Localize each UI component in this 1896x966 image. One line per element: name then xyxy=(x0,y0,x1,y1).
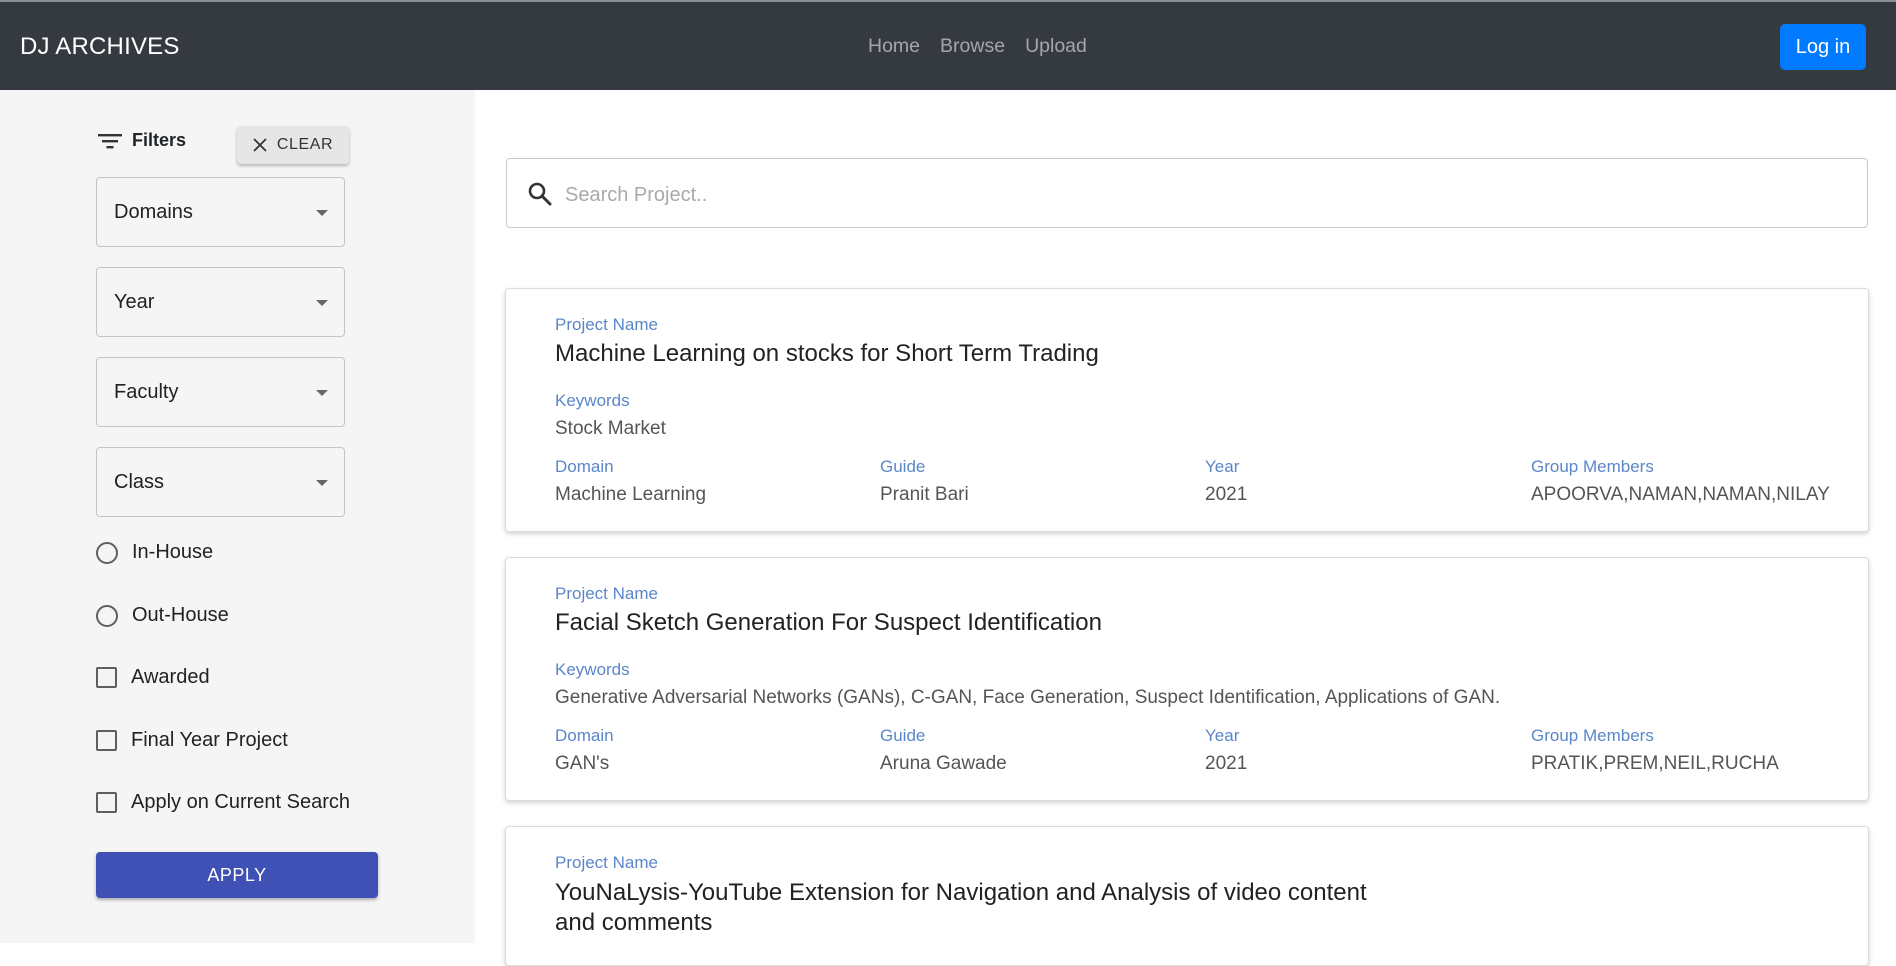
project-title[interactable]: Machine Learning on stocks for Short Ter… xyxy=(555,339,1099,369)
project-name-label: Project Name xyxy=(555,584,658,603)
year-value: 2021 xyxy=(1205,484,1248,505)
keywords-value: Stock Market xyxy=(555,418,666,439)
dropdown-arrow-icon xyxy=(316,210,328,216)
year-label: Year xyxy=(1205,457,1240,476)
project-title[interactable]: Facial Sketch Generation For Suspect Ide… xyxy=(555,608,1102,638)
project-card[interactable]: Project Name Machine Learning on stocks … xyxy=(505,288,1869,532)
keywords-value: Generative Adversarial Networks (GANs), … xyxy=(555,687,1501,708)
dropdown-arrow-icon xyxy=(316,300,328,306)
year-label: Year xyxy=(1205,726,1240,745)
radio-circle-icon[interactable] xyxy=(96,604,118,627)
search-bar xyxy=(506,158,1868,228)
final-year-checkbox[interactable]: Final Year Project xyxy=(96,729,288,752)
project-name-label: Project Name xyxy=(555,315,658,334)
apply-current-search-label: Apply on Current Search xyxy=(131,791,351,813)
group-members-label: Group Members xyxy=(1531,457,1654,476)
year-select-label: Year xyxy=(114,290,155,313)
clear-label: CLEAR xyxy=(276,136,334,153)
group-members-label: Group Members xyxy=(1531,726,1654,745)
out-house-label: Out-House xyxy=(132,604,229,626)
class-select[interactable]: Class xyxy=(96,447,345,517)
checkbox-icon[interactable] xyxy=(96,730,117,751)
nav-upload-link[interactable]: Upload xyxy=(1025,35,1087,58)
guide-label: Guide xyxy=(880,726,926,745)
login-button[interactable]: Log in xyxy=(1780,24,1866,70)
apply-current-search-checkbox[interactable]: Apply on Current Search xyxy=(96,791,350,814)
class-select-label: Class xyxy=(114,470,165,493)
project-title-line: YouNaLysis-YouTube Extension for Navigat… xyxy=(555,879,1367,906)
close-icon xyxy=(253,138,267,152)
guide-value: Aruna Gawade xyxy=(880,753,1007,774)
in-house-radio[interactable]: In-House xyxy=(96,541,213,564)
year-value: 2021 xyxy=(1205,753,1248,774)
top-navbar: DJ ARCHIVES Home Browse Upload Log in xyxy=(0,0,1896,90)
filter-list-icon xyxy=(98,133,122,148)
keywords-label: Keywords xyxy=(555,660,630,679)
checkbox-icon[interactable] xyxy=(96,667,117,688)
search-icon xyxy=(528,182,552,206)
faculty-select[interactable]: Faculty xyxy=(96,357,345,427)
clear-filters-button[interactable]: CLEAR xyxy=(237,126,349,164)
project-card[interactable]: Project Name YouNaLysis-YouTube Extensio… xyxy=(505,826,1869,966)
out-house-radio[interactable]: Out-House xyxy=(96,604,229,627)
nav-home-link[interactable]: Home xyxy=(868,35,920,58)
checkbox-icon[interactable] xyxy=(96,792,117,813)
filter-sidebar: Filters CLEAR Domains Year Faculty Class… xyxy=(0,90,475,943)
group-members-value: PRATIK,PREM,NEIL,RUCHA xyxy=(1531,753,1779,774)
dropdown-arrow-icon xyxy=(316,390,328,396)
search-input[interactable] xyxy=(563,177,1847,213)
awarded-label: Awarded xyxy=(131,666,210,688)
project-title[interactable]: YouNaLysis-YouTube Extension for Navigat… xyxy=(555,878,1367,938)
faculty-select-label: Faculty xyxy=(114,380,179,403)
apply-button[interactable]: APPLY xyxy=(96,852,378,898)
radio-circle-icon[interactable] xyxy=(96,541,118,564)
filters-label: Filters xyxy=(132,130,187,150)
domain-label: Domain xyxy=(555,726,614,745)
dropdown-arrow-icon xyxy=(316,480,328,486)
domain-label: Domain xyxy=(555,457,614,476)
in-house-label: In-House xyxy=(132,541,214,563)
awarded-checkbox[interactable]: Awarded xyxy=(96,666,210,689)
project-card[interactable]: Project Name Facial Sketch Generation Fo… xyxy=(505,557,1869,801)
project-name-label: Project Name xyxy=(555,853,658,872)
guide-label: Guide xyxy=(880,457,926,476)
keywords-label: Keywords xyxy=(555,391,630,410)
domains-select-label: Domains xyxy=(114,200,193,223)
year-select[interactable]: Year xyxy=(96,267,345,337)
group-members-value: APOORVA,NAMAN,NAMAN,NILAY xyxy=(1531,484,1830,505)
nav-browse-link[interactable]: Browse xyxy=(940,35,1005,58)
nav-links: Home Browse Upload xyxy=(868,35,1087,58)
domains-select[interactable]: Domains xyxy=(96,177,345,247)
brand-logo[interactable]: DJ ARCHIVES xyxy=(20,33,180,61)
project-title-line: and comments xyxy=(555,909,713,936)
domain-value: Machine Learning xyxy=(555,484,707,505)
filters-header: Filters xyxy=(98,130,186,151)
domain-value: GAN's xyxy=(555,753,610,774)
guide-value: Pranit Bari xyxy=(880,484,969,505)
final-year-label: Final Year Project xyxy=(131,729,288,751)
